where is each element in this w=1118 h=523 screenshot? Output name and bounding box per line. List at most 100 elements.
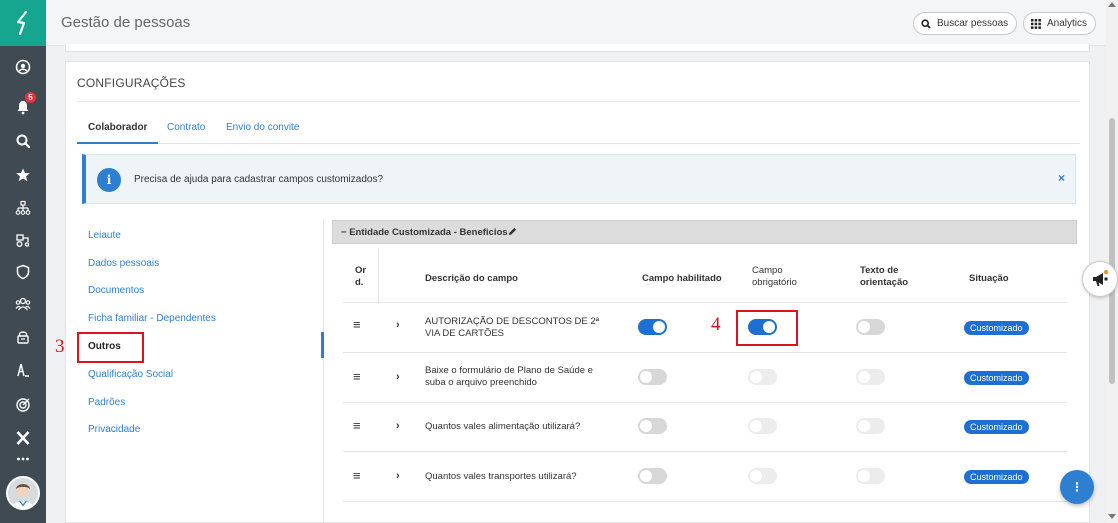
shield-icon[interactable] bbox=[0, 257, 46, 287]
scroll-down-arrow-icon[interactable] bbox=[1108, 514, 1116, 519]
help-fab-button[interactable]: ⋮ bbox=[1060, 470, 1094, 504]
tab-envio-do-convite[interactable]: Envio do convite bbox=[215, 120, 310, 144]
settings-card: CONFIGURAÇÕES Colaborador Contrato Envio… bbox=[55, 61, 1090, 523]
more-icon[interactable] bbox=[0, 444, 46, 474]
field-description-line1: Baixe o formulário de Plano de Saúde e bbox=[425, 365, 593, 376]
chevron-right-icon[interactable]: › bbox=[396, 470, 400, 482]
toggle-required[interactable] bbox=[748, 468, 777, 484]
grid-icon bbox=[1031, 18, 1041, 29]
megaphone-icon bbox=[1093, 270, 1108, 286]
field-description-line1: Quantos vales alimentação utilizará? bbox=[425, 421, 581, 432]
column-divider bbox=[378, 248, 379, 304]
toggle-enabled[interactable] bbox=[638, 319, 667, 335]
col-guidance-line1: Texto de bbox=[860, 265, 899, 276]
drag-handle-icon[interactable]: ≡ bbox=[353, 418, 363, 433]
toggle-required[interactable] bbox=[748, 369, 777, 385]
nav-item-leiaute[interactable]: Leiaute bbox=[88, 230, 121, 241]
entity-panel-header[interactable]: − Entidade Customizada - Beneficios bbox=[332, 220, 1077, 244]
announcements-button[interactable] bbox=[1082, 261, 1118, 297]
drag-handle-icon[interactable]: ≡ bbox=[353, 369, 363, 384]
top-header: Gestão de pessoas Buscar pessoas Analyti… bbox=[46, 0, 1106, 46]
status-badge: Customizado bbox=[964, 371, 1029, 385]
nav-item-dados-pessoais[interactable]: Dados pessoais bbox=[88, 258, 159, 269]
toggle-enabled[interactable] bbox=[638, 468, 667, 484]
status-badge: Customizado bbox=[964, 420, 1029, 434]
tab-contrato[interactable]: Contrato bbox=[156, 120, 216, 144]
divider bbox=[77, 101, 1080, 102]
notification-badge: 5 bbox=[25, 92, 36, 103]
toggle-guidance[interactable] bbox=[856, 369, 885, 385]
nav-item-privacidade[interactable]: Privacidade bbox=[88, 424, 140, 435]
toggle-enabled[interactable] bbox=[638, 418, 667, 434]
collapse-icon[interactable]: − bbox=[341, 227, 347, 238]
row-divider bbox=[343, 402, 1067, 403]
tab-colaborador[interactable]: Colaborador bbox=[77, 120, 159, 144]
settings-tabs: Colaborador Contrato Envio do convite bbox=[77, 120, 1080, 144]
toggle-guidance[interactable] bbox=[856, 418, 885, 434]
scroll-up-arrow-icon[interactable] bbox=[1108, 2, 1116, 7]
col-enabled: Campo habilitado bbox=[642, 273, 722, 284]
info-icon: i bbox=[97, 168, 121, 192]
field-description: Quantos vales alimentação utilizará? bbox=[425, 421, 615, 433]
chevron-right-icon[interactable]: › bbox=[396, 420, 400, 432]
search-people-button[interactable]: Buscar pessoas bbox=[913, 12, 1018, 35]
toggle-guidance[interactable] bbox=[856, 319, 885, 335]
scrollbar-thumb[interactable] bbox=[1109, 118, 1115, 384]
col-required-line1: Campo bbox=[752, 265, 783, 276]
app-sidebar: 5 bbox=[0, 0, 46, 523]
status-badge: Customizado bbox=[964, 321, 1029, 335]
target-icon[interactable] bbox=[0, 390, 46, 420]
card-title: CONFIGURAÇÕES bbox=[77, 76, 186, 90]
entity-title-text: Entidade Customizada - Beneficios bbox=[349, 227, 508, 238]
drag-handle-icon[interactable]: ≡ bbox=[353, 468, 363, 483]
nav-item-ficha-familiar[interactable]: Ficha familiar - Dependentes bbox=[88, 313, 216, 324]
field-description-line1: Quantos vales transportes utilizará? bbox=[425, 471, 577, 482]
tractor-icon[interactable] bbox=[0, 225, 46, 255]
col-order: Or d. bbox=[355, 265, 366, 289]
avatar-icon bbox=[8, 478, 38, 508]
org-chart-icon[interactable] bbox=[0, 193, 46, 223]
user-avatar[interactable] bbox=[6, 476, 40, 510]
col-guidance: Texto de orientação bbox=[860, 265, 908, 289]
close-icon[interactable]: × bbox=[1058, 171, 1065, 185]
bell-icon[interactable]: 5 bbox=[0, 92, 46, 122]
drag-handle-icon[interactable]: ≡ bbox=[353, 317, 363, 332]
row-divider bbox=[343, 302, 1067, 303]
col-guidance-line2: orientação bbox=[860, 277, 909, 288]
nav-active-indicator bbox=[321, 332, 324, 358]
analytics-button[interactable]: Analytics bbox=[1023, 12, 1097, 35]
row-divider bbox=[343, 451, 1067, 452]
entity-panel-title: − Entidade Customizada - Beneficios bbox=[341, 227, 517, 238]
toggle-required[interactable] bbox=[748, 418, 777, 434]
brand-logo[interactable] bbox=[0, 0, 46, 46]
previous-card-edge bbox=[65, 44, 1090, 52]
person-text-icon[interactable] bbox=[0, 355, 46, 385]
row-divider bbox=[343, 501, 1067, 502]
help-alert-text: Precisa de ajuda para cadastrar campos c… bbox=[134, 174, 384, 185]
toggle-enabled[interactable] bbox=[638, 369, 667, 385]
annotation-number-3: 3 bbox=[55, 336, 65, 357]
page-scrollbar[interactable] bbox=[1106, 0, 1118, 523]
toggle-guidance[interactable] bbox=[856, 468, 885, 484]
chevron-right-icon[interactable]: › bbox=[396, 319, 400, 331]
status-badge: Customizado bbox=[964, 470, 1029, 484]
lock-icon[interactable] bbox=[0, 322, 46, 352]
col-status: Situação bbox=[969, 273, 1009, 284]
nav-item-documentos[interactable]: Documentos bbox=[88, 285, 144, 296]
pencil-icon[interactable] bbox=[508, 227, 517, 236]
field-description-line2: VIA DE CARTÕES bbox=[425, 328, 505, 339]
team-icon[interactable] bbox=[0, 289, 46, 319]
row-divider bbox=[343, 352, 1067, 353]
chevron-right-icon[interactable]: › bbox=[396, 371, 400, 383]
col-order-line1: Or bbox=[355, 265, 367, 276]
star-icon[interactable] bbox=[0, 160, 46, 190]
search-people-label: Buscar pessoas bbox=[937, 18, 1009, 29]
nav-item-qualificacao-social[interactable]: Qualificação Social bbox=[88, 369, 173, 380]
field-category-nav: Leiaute Dados pessoais Documentos Ficha … bbox=[66, 219, 324, 523]
logo-icon bbox=[16, 10, 28, 36]
nav-item-padroes[interactable]: Padrões bbox=[88, 397, 125, 408]
search-icon[interactable] bbox=[0, 126, 46, 156]
annotation-highlight-outros bbox=[77, 332, 144, 363]
user-circle-icon[interactable] bbox=[0, 52, 46, 82]
annotation-highlight-required bbox=[736, 310, 798, 346]
